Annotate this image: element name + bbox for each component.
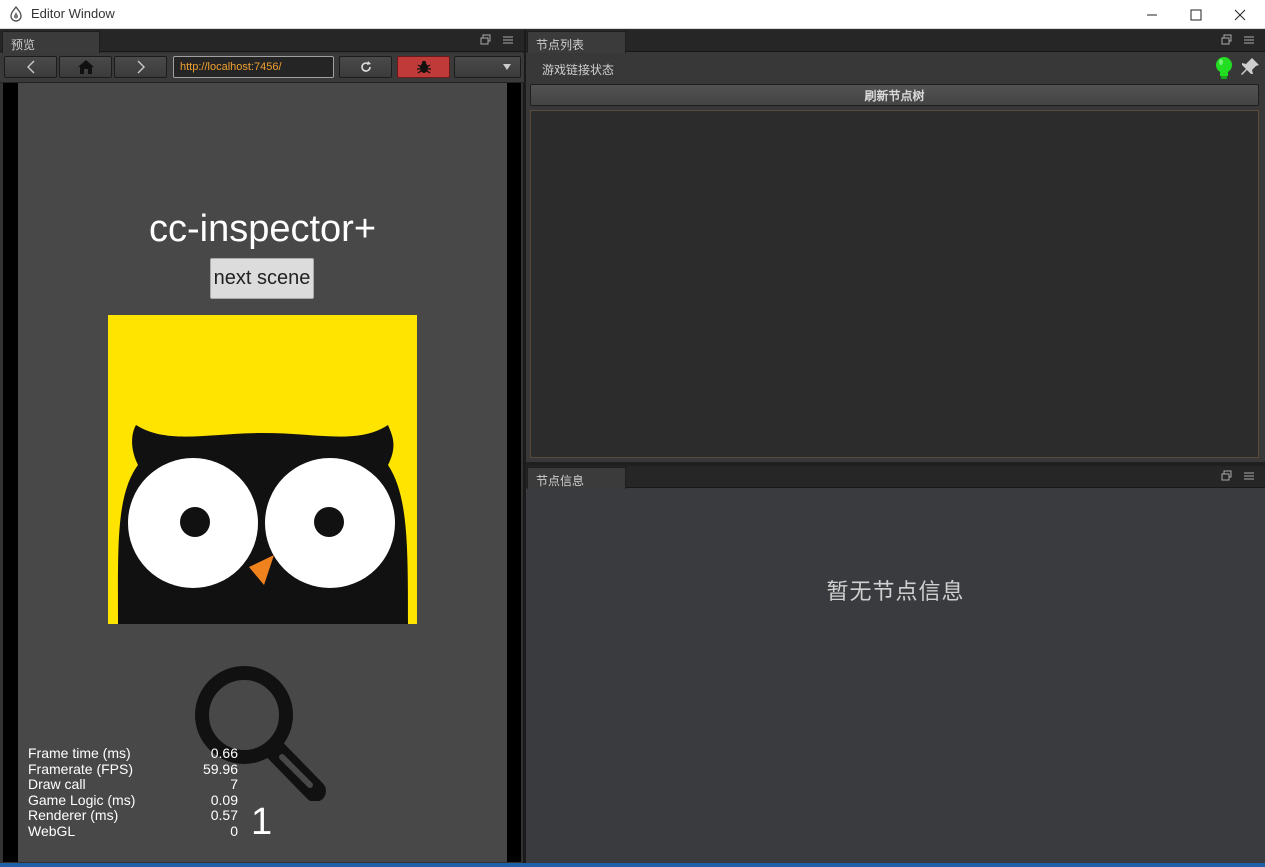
game-view[interactable]: cc-inspector+ next scene Frame time (ms)… (3, 83, 521, 862)
refresh-tree-button[interactable]: 刷新节点树 (530, 84, 1259, 106)
tab-node-list[interactable]: 节点列表 (527, 31, 626, 53)
stat-row: Draw call 7 (28, 776, 238, 793)
menu-icon[interactable] (502, 34, 514, 46)
preview-toolbar: http://localhost:7456/ (0, 53, 524, 83)
counter-label: 1 (251, 801, 273, 843)
stat-value: 0 (230, 822, 238, 839)
back-button[interactable] (4, 56, 57, 78)
node-info-tabbar: 节点信息 (526, 466, 1265, 489)
stat-value: 7 (230, 776, 238, 792)
stat-label: Frame time (ms) (28, 745, 131, 761)
lightbulb-icon (1216, 57, 1232, 79)
popout-icon[interactable] (480, 34, 492, 46)
close-button[interactable] (1217, 0, 1263, 29)
next-scene-button[interactable]: next scene (210, 258, 314, 299)
game-title: cc-inspector+ (148, 208, 377, 250)
stat-label: Draw call (28, 776, 86, 792)
stat-row: Renderer (ms) 0.57 (28, 807, 238, 824)
node-tree[interactable] (530, 110, 1259, 458)
back-icon (26, 60, 34, 74)
popout-icon[interactable] (1221, 34, 1233, 46)
stat-value: 0.57 (210, 807, 238, 823)
empty-node-info-text: 暂无节点信息 (826, 580, 965, 605)
app-icon (10, 6, 22, 22)
stat-label: Framerate (FPS) (28, 760, 134, 777)
stat-label: Renderer (ms) (28, 807, 119, 823)
stat-value: 0.09 (210, 791, 238, 808)
stat-row: Framerate (FPS) 59.96 (28, 760, 238, 778)
profiler-stats: Frame time (ms) 0.66 Framerate (FPS) 59.96… (28, 745, 238, 840)
reload-button[interactable] (339, 56, 392, 78)
stat-label: Game Logic (ms) (28, 791, 136, 808)
stat-value: 59.96 (202, 760, 238, 777)
debug-button[interactable] (397, 56, 450, 78)
minimize-icon (1147, 14, 1157, 15)
stat-value: 0.66 (210, 745, 238, 761)
window-bottom-border (0, 863, 1265, 867)
stat-row: Game Logic (ms) 0.09 (28, 791, 238, 809)
menu-icon[interactable] (1243, 470, 1255, 482)
stat-label: WebGL (28, 822, 76, 839)
preview-tabbar: 预览 (0, 30, 524, 53)
menu-icon[interactable] (1243, 34, 1255, 46)
forward-button[interactable] (114, 56, 167, 78)
node-list-tab-icons (1221, 34, 1255, 46)
reload-icon (360, 61, 371, 72)
node-list-panel: 节点列表 游戏链接状态 刷新节点树 (526, 30, 1265, 462)
url-field[interactable]: http://localhost:7456/ (173, 56, 334, 78)
tab-preview[interactable]: 预览 (2, 31, 100, 53)
pin-icon[interactable] (1240, 57, 1260, 77)
home-button[interactable] (59, 56, 112, 78)
game-canvas[interactable]: cc-inspector+ next scene Frame time (ms)… (18, 83, 507, 862)
window-title: Editor Window (31, 6, 115, 21)
node-info-panel: 节点信息 暂无节点信息 (526, 466, 1265, 867)
forward-icon (137, 60, 145, 74)
minimize-button[interactable] (1129, 0, 1175, 29)
dropdown-icon (503, 64, 511, 70)
device-dropdown[interactable] (454, 56, 521, 78)
home-icon (77, 60, 94, 74)
tab-node-info[interactable]: 节点信息 (527, 467, 626, 489)
connection-status-label: 游戏链接状态 (542, 63, 615, 77)
maximize-button[interactable] (1173, 0, 1219, 29)
maximize-icon (1190, 9, 1202, 20)
title-bar: Editor Window (0, 0, 1265, 29)
node-list-tabbar: 节点列表 (526, 30, 1265, 53)
connection-status-row: 游戏链接状态 (526, 53, 1265, 81)
stat-row: Frame time (ms) 0.66 (28, 745, 238, 762)
popout-icon[interactable] (1221, 470, 1233, 482)
node-info-tab-icons (1221, 470, 1255, 482)
owl-image (108, 315, 417, 624)
preview-tab-icons (480, 34, 514, 46)
preview-panel: 预览 http://localhost:7456/ cc-inspector+ … (0, 30, 524, 867)
stat-row: WebGL 0 (28, 822, 238, 840)
bug-icon (416, 60, 431, 74)
close-icon (1234, 9, 1246, 20)
